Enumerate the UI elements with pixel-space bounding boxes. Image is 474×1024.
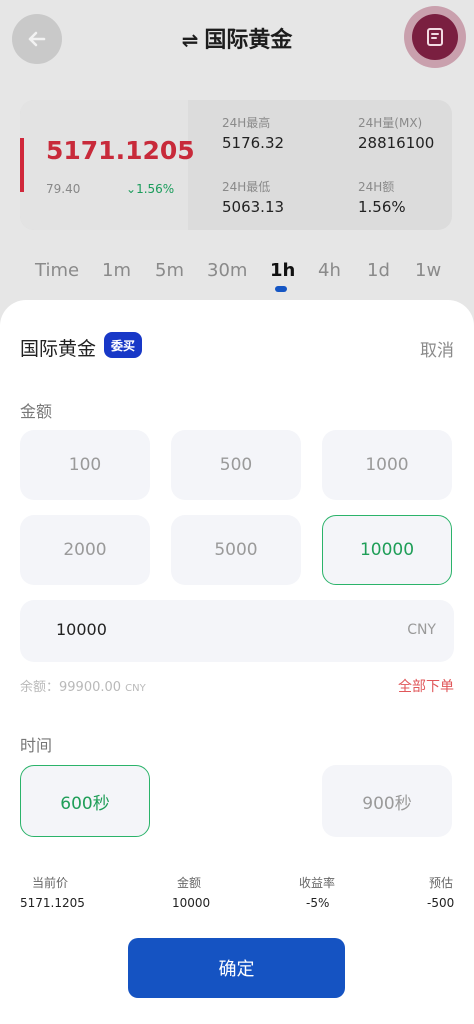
all-order-button[interactable]: 全部下单 <box>398 676 454 696</box>
tab-5m[interactable]: 5m <box>155 260 184 281</box>
balance-text: 余额：99900.00 CNY <box>20 676 146 695</box>
amount-input[interactable]: 10000 CNY <box>20 600 454 662</box>
amount-input-value[interactable]: 10000 <box>56 620 107 639</box>
active-tab-indicator <box>275 286 287 292</box>
stat-label-high: 24H最高 <box>222 116 271 130</box>
time-option-900[interactable]: 900秒 <box>322 765 452 837</box>
order-sheet: 国际黄金 委买 取消 金额 100 500 1000 2000 5000 100… <box>0 300 474 1024</box>
amount-option-500[interactable]: 500 <box>171 430 301 500</box>
document-icon <box>427 28 443 46</box>
amount-option-10000[interactable]: 10000 <box>322 515 452 585</box>
orders-button[interactable] <box>404 6 466 68</box>
confirm-button[interactable]: 确定 <box>128 938 345 998</box>
tab-4h[interactable]: 4h <box>318 260 341 281</box>
top-bar: ⇌ 国际黄金 <box>0 0 474 80</box>
tab-time[interactable]: Time <box>35 260 79 281</box>
tab-1w[interactable]: 1w <box>415 260 441 281</box>
page-title: ⇌ 国际黄金 <box>0 22 474 54</box>
balance-unit: CNY <box>125 683 146 694</box>
chevron-down-icon: ⌄ <box>126 182 137 196</box>
current-price: 5171.1205 <box>46 136 195 165</box>
quote-summary: 5171.1205 79.40 ⌄1.56% <box>20 100 195 230</box>
summary-label-amount: 金额 <box>177 876 202 890</box>
stat-label-volume: 24H量(MX) <box>358 116 423 130</box>
amount-option-5000[interactable]: 5000 <box>171 515 301 585</box>
order-type-badge: 委买 <box>104 332 142 358</box>
summary-value-estimate: -500 <box>427 896 455 910</box>
summary-label-yield: 收益率 <box>299 876 336 890</box>
cancel-button[interactable]: 取消 <box>420 336 454 361</box>
swap-icon[interactable]: ⇌ <box>182 28 199 52</box>
quote-card: 5171.1205 79.40 ⌄1.56% 24H最高 5176.32 24H… <box>20 100 452 230</box>
amount-option-100[interactable]: 100 <box>20 430 150 500</box>
summary-label-price: 当前价 <box>32 876 69 890</box>
sheet-title: 国际黄金 <box>20 338 97 360</box>
tab-30m[interactable]: 30m <box>207 260 247 281</box>
time-label: 时间 <box>20 736 53 755</box>
tab-1d[interactable]: 1d <box>367 260 390 281</box>
open-value: 79.40 <box>46 182 81 196</box>
stat-label-amount: 24H额 <box>358 180 395 194</box>
currency-label: CNY <box>407 622 436 638</box>
summary-label-estimate: 预估 <box>429 876 454 890</box>
summary-value-yield: -5% <box>306 896 330 910</box>
stat-label-low: 24H最低 <box>222 180 271 194</box>
page-title-text: 国际黄金 <box>204 28 293 53</box>
stat-value-high: 5176.32 <box>222 134 285 152</box>
stat-value-low: 5063.13 <box>222 198 285 216</box>
summary-value-price: 5171.1205 <box>20 896 85 910</box>
summary-value-amount: 10000 <box>172 896 211 910</box>
change-percent-value: 1.56% <box>136 182 175 196</box>
balance-value: 余额：99900.00 <box>20 680 122 695</box>
amount-option-1000[interactable]: 1000 <box>322 430 452 500</box>
amount-option-2000[interactable]: 2000 <box>20 515 150 585</box>
timeframe-tabs: Time 1m 5m 30m 1h 4h 1d 1w <box>0 256 474 296</box>
price-indicator-bar <box>20 138 24 192</box>
stat-value-amount: 1.56% <box>358 198 406 216</box>
change-percent: ⌄1.56% <box>126 182 174 196</box>
amount-label: 金额 <box>20 402 53 421</box>
tab-1m[interactable]: 1m <box>102 260 131 281</box>
stat-value-volume: 28816100 <box>358 134 435 152</box>
time-option-600[interactable]: 600秒 <box>20 765 150 837</box>
tab-1h[interactable]: 1h <box>270 260 295 281</box>
